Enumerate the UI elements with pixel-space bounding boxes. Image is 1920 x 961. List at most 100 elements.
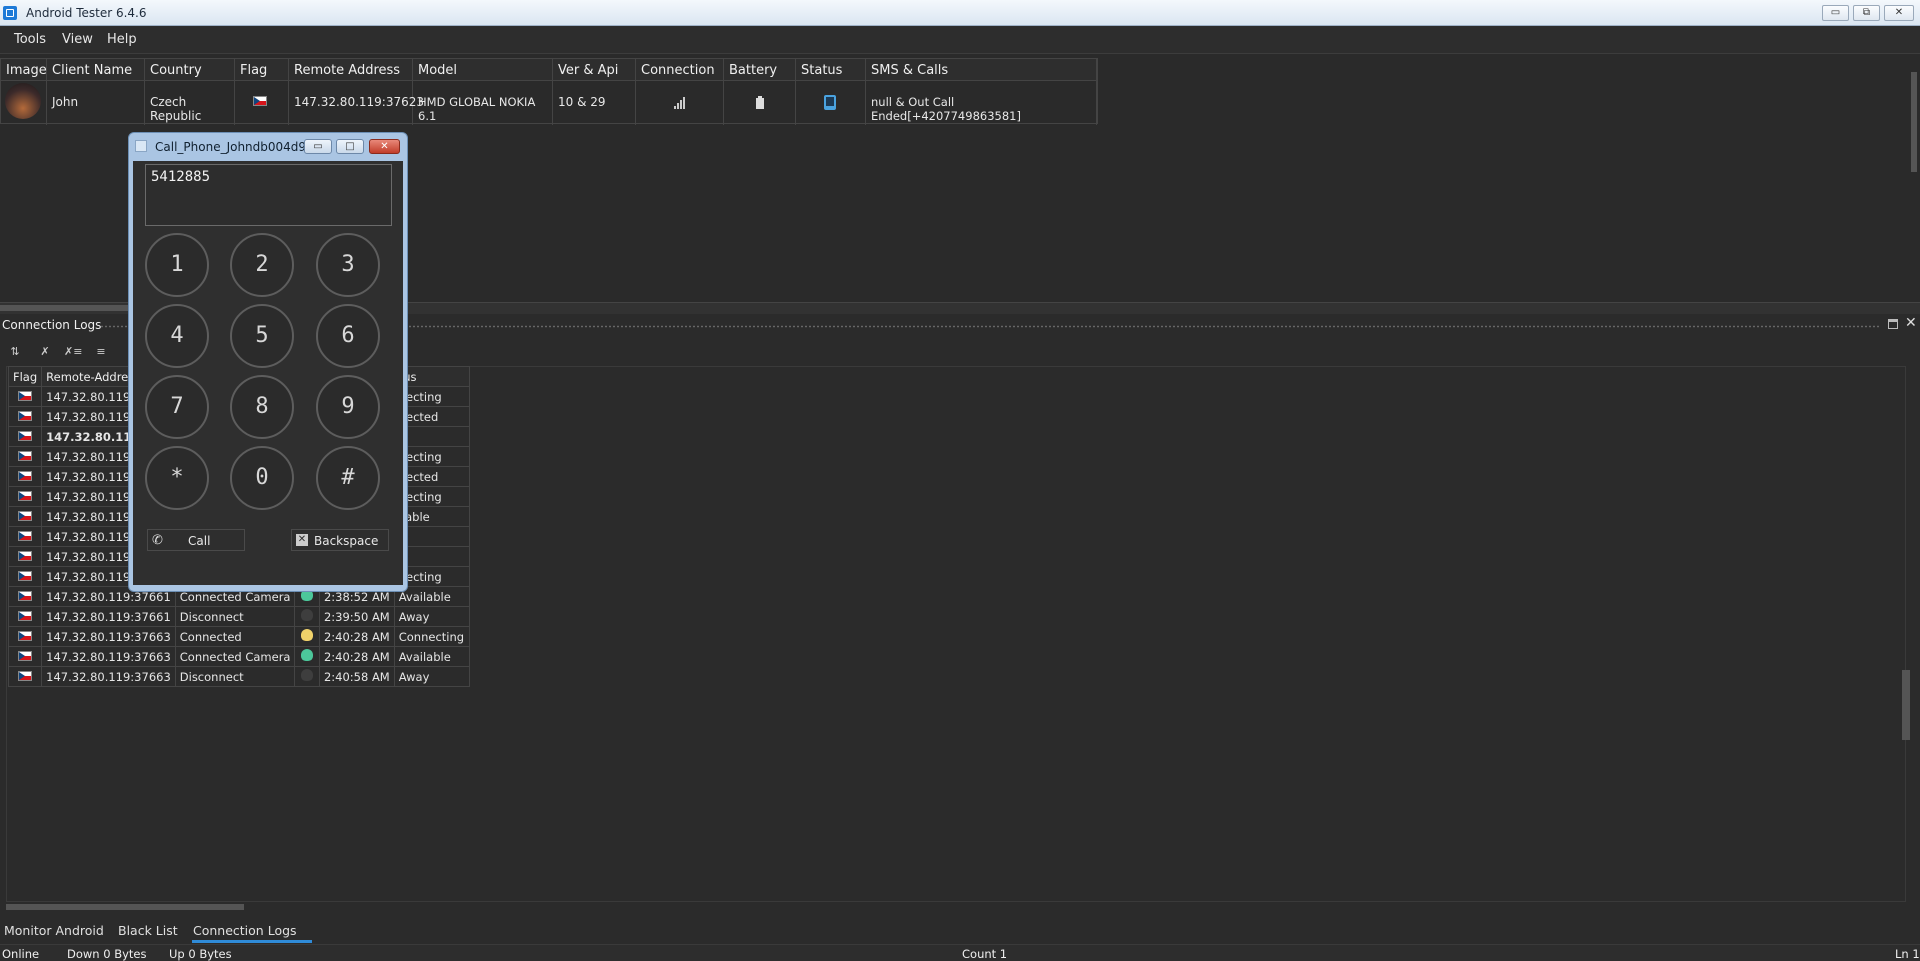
cell-flag [7,506,43,527]
czech-flag-icon [18,510,33,521]
cell-model[interactable]: HMD GLOBAL NOKIA 6.1 [413,81,553,125]
logs-vertical-scrollbar[interactable] [1902,670,1910,740]
dialer-close-button[interactable]: ✕ [369,139,400,154]
dialer-title: Call_Phone_Johndb004d9... [155,140,318,154]
minimize-icon: ▭ [1830,7,1841,18]
title-bar: Android Tester 6.4.6 ▭ ⧉ ✕ [0,0,1920,26]
cell-remote-address[interactable]: 147.32.80.119:37623 [289,81,424,125]
cell-battery[interactable] [724,81,796,125]
dial-key[interactable]: 1 [145,233,209,297]
col-status[interactable]: Status [796,59,866,81]
table-row[interactable]: 147.32.80.119:37663 Disconnect 2:40:58 AM A… [7,666,471,687]
call-button[interactable]: ✆ Call [147,529,245,551]
col-connection[interactable]: Connection [636,59,724,81]
col-client-name[interactable]: Client Name [47,59,145,81]
backspace-icon: ✕ [296,534,308,546]
cell-time: 2:39:50 AM [318,606,395,627]
close-button[interactable]: ✕ [1884,5,1914,21]
dial-key[interactable]: 3 [316,233,380,297]
cell-flag [7,626,43,647]
tab-connection-logs[interactable]: Connection Logs [193,923,297,938]
cell-connection[interactable] [636,81,724,125]
table-row[interactable]: 147.32.80.119:37661 Disconnect 2:39:50 AM A… [7,606,471,627]
menu-tools[interactable]: Tools [14,32,46,47]
dial-key[interactable]: * [145,446,209,510]
col-battery[interactable]: Battery [724,59,796,81]
call-phone-window: Call_Phone_Johndb004d9... ▭ □ ✕ 5412885 … [128,132,408,592]
clear-all-icon[interactable]: ✗≡ [64,345,82,361]
dial-key[interactable]: 5 [230,304,294,368]
dial-key[interactable]: 8 [230,375,294,439]
battery-icon [756,96,764,109]
dial-key[interactable]: 0 [230,446,294,510]
window-title: Android Tester 6.4.6 [26,6,147,20]
cell-event: Disconnect [174,666,296,687]
czech-flag-icon [18,470,33,481]
status-count: Count 1 [962,947,1008,961]
menu-view[interactable]: View [62,32,93,47]
czech-flag-icon [253,96,267,106]
cell-event: Connected Camera [174,646,296,667]
col-ver-api[interactable]: Ver & Api [553,59,636,81]
cell-flag [7,566,43,587]
tab-black-list[interactable]: Black List [118,923,178,938]
scroll-thumb[interactable] [1911,72,1917,172]
cell-flag [7,386,43,407]
table-row[interactable]: 147.32.80.119:37663 Connected 2:40:28 AM Co… [7,626,471,647]
czech-flag-icon [18,530,33,541]
backspace-button-label: Backspace [314,534,379,548]
czech-flag-icon [18,570,33,581]
backspace-button[interactable]: ✕ Backspace [291,529,389,551]
dialed-number-field[interactable]: 5412885 [145,164,392,226]
dial-key[interactable]: 9 [316,375,380,439]
tab-monitor-android[interactable]: Monitor Android [4,923,104,938]
splitter-handle[interactable] [0,305,128,311]
logs-horizontal-scrollbar[interactable] [6,903,1906,911]
cell-icon [294,606,320,627]
cell-icon [294,666,320,687]
col-model[interactable]: Model [413,59,553,81]
clients-scrollbar[interactable] [1908,60,1920,300]
cell-country[interactable]: Czech Republic [145,81,235,125]
dialer-minimize-button[interactable]: ▭ [304,139,332,154]
czech-flag-icon [18,610,33,621]
dial-key[interactable]: 7 [145,375,209,439]
status-down: Down 0 Bytes [67,947,147,961]
minimize-button[interactable]: ▭ [1822,5,1849,21]
status-online: Online [2,947,40,961]
wrap-icon[interactable]: ≡ [92,345,110,361]
cell-icon [294,626,320,647]
col-country[interactable]: Country [145,59,235,81]
maximize-icon[interactable] [1888,319,1898,329]
col-image[interactable]: Image [1,59,47,81]
col-remote-address[interactable]: Remote Address [289,59,413,81]
dialer-maximize-button[interactable]: □ [336,139,364,154]
cell-status[interactable] [796,81,866,125]
dial-key[interactable]: 4 [145,304,209,368]
col-flag[interactable]: Flag [7,366,43,387]
restore-button[interactable]: ⧉ [1853,5,1880,21]
app-icon [3,6,17,20]
cell-flag[interactable] [235,81,289,125]
scroll-thumb[interactable] [6,904,244,910]
menu-help[interactable]: Help [107,32,137,47]
table-row[interactable]: 147.32.80.119:37663 Connected Camera 2:40:… [7,646,471,667]
col-sms-calls[interactable]: SMS & Calls [866,59,1097,81]
cell-sms-calls[interactable]: null & Out Call Ended[+4207749863581] [866,81,1097,125]
dialer-title-bar[interactable]: Call_Phone_Johndb004d9... ▭ □ ✕ [129,133,407,159]
cell-client-name[interactable]: John [47,81,145,125]
close-icon[interactable]: ✕ [1905,315,1917,331]
dial-key[interactable]: # [316,446,380,510]
dial-key[interactable]: 2 [230,233,294,297]
cell-flag [7,666,43,687]
sort-icon[interactable]: ⇅ [6,345,24,361]
cell-ver-api[interactable]: 10 & 29 [553,81,636,125]
skull-icon [301,669,314,681]
minimize-icon: ▭ [313,141,323,152]
cell-flag [7,406,43,427]
dial-key[interactable]: 6 [316,304,380,368]
cell-event: Disconnect [174,606,296,627]
phone-status-icon [824,95,836,110]
col-flag[interactable]: Flag [235,59,289,81]
clear-icon[interactable]: ✗ [36,345,54,361]
